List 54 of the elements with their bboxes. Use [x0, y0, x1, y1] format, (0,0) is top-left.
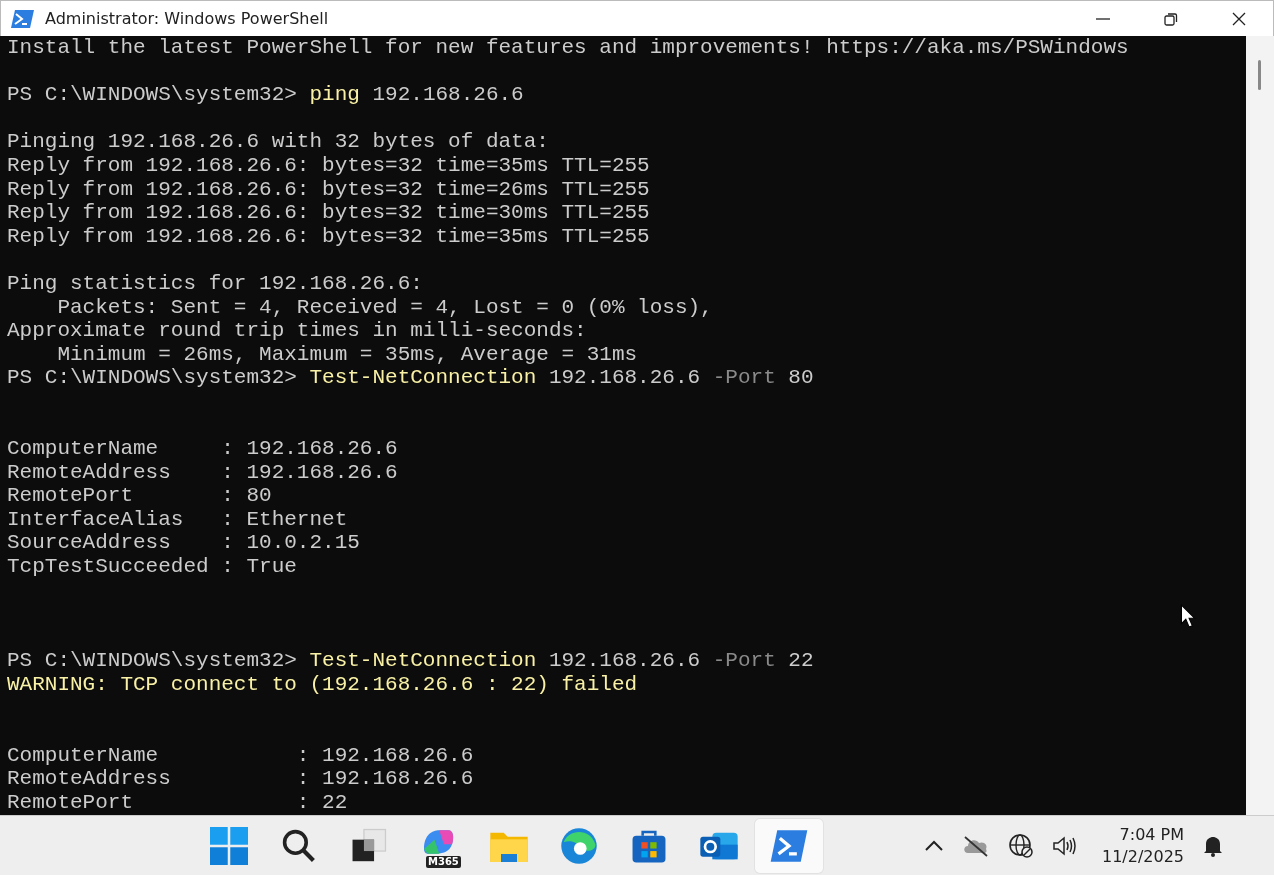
output-text: 192.168.26.6 [547, 649, 702, 673]
output-text: Reply from 192.168.26.6: bytes=32 time=26ms TTL=255 [7, 177, 650, 201]
cursor-icon [1180, 604, 1196, 628]
terminal-icon [769, 828, 809, 863]
output-text: 192.168.26.6 [371, 83, 524, 107]
cloud-off-icon[interactable] [962, 834, 990, 857]
output-text: PS C:\WINDOWS\system32> [7, 366, 298, 390]
time-text: 7:04 PM [1119, 823, 1185, 846]
output-text: Pinging 192.168.26.6 with 32 bytes of data: [7, 130, 549, 154]
terminal-icon [11, 8, 35, 29]
browser-icon [560, 826, 598, 865]
close-icon [1231, 10, 1247, 27]
taskbar-app-button[interactable]: M365 [405, 818, 473, 873]
clock[interactable]: 7:04 PM 11/2/2025 [1102, 823, 1185, 868]
window-title: Administrator: Windows PowerShell [45, 9, 329, 28]
search-icon [281, 827, 317, 864]
output-text: RemoteAddress : 192.168.26.6 [7, 460, 398, 484]
output-text: Packets: Sent = 4, Received = 4, Lost = 0 (0% loss), [56, 295, 713, 319]
output-text: PS C:\WINDOWS\system32> [7, 83, 298, 107]
output-text: Reply from 192.168.26.6: bytes=32 time=35ms TTL=255 [7, 224, 650, 248]
scrollbar-thumb[interactable] [1258, 60, 1261, 90]
command-text: Test-NetConnection [309, 649, 537, 673]
output-text: 22 [787, 649, 814, 673]
output-text: Reply from 192.168.26.6: bytes=32 time=30ms TTL=255 [7, 201, 650, 225]
command-text: ping [309, 83, 360, 107]
output-text: RemotePort : 80 [7, 484, 272, 508]
output-text: Minimum = 26ms, Maximum = 35ms, Average = 31ms [56, 342, 638, 366]
output-text: Reply from 192.168.26.6: bytes=32 time=35ms TTL=255 [7, 153, 650, 177]
command-text: Test-NetConnection [309, 366, 537, 390]
minimize-icon [1095, 17, 1111, 20]
output-text: 80 [787, 366, 814, 390]
output-text: Approximate round trip times in milli-seconds: [7, 319, 587, 343]
windows-logo-icon [210, 826, 248, 865]
globe-icon[interactable] [1008, 832, 1034, 859]
output-text: InterfaceAlias : Ethernet [7, 507, 348, 531]
parameter-text: -Port [712, 366, 776, 390]
output-text: SourceAddress : 10.0.2.15 [7, 531, 360, 555]
warning-text: WARNING: TCP connect to (192.168.26.6 : 22) failed [7, 673, 638, 697]
output-text: ComputerName : 192.168.26.6 [7, 437, 398, 461]
output-text: RemoteAddress : 192.168.26.6 [7, 767, 474, 791]
volume-icon[interactable] [1052, 834, 1078, 857]
output-text: TcpTestSucceeded : True [7, 555, 297, 579]
parameter-text: -Port [712, 649, 776, 673]
output-text: Ping statistics for 192.168.26.6: [7, 271, 423, 295]
output-text: ComputerName : 192.168.26.6 [7, 743, 474, 767]
scrollbar[interactable] [1246, 36, 1274, 815]
chevron-up-icon[interactable] [924, 839, 944, 852]
output-text: PS C:\WINDOWS\system32> [7, 649, 298, 673]
date-text: 11/2/2025 [1102, 845, 1185, 868]
restore-icon [1163, 10, 1179, 27]
output-text: RemotePort : 22 [7, 791, 348, 814]
output-text: 192.168.26.6 [547, 366, 702, 390]
app-badge: M365 [426, 855, 461, 868]
output-text: Install the latest PowerShell for new features and improvements! https://aka.ms/PSWindows [7, 36, 1129, 59]
